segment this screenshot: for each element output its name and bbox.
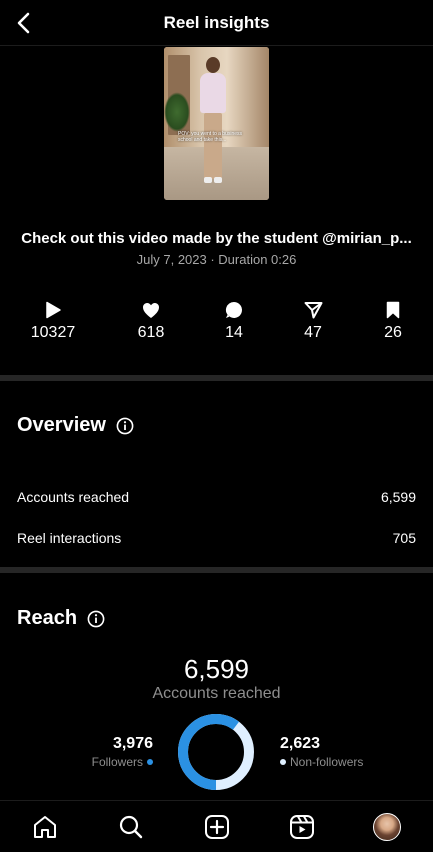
stat-saves: 26 <box>358 300 428 342</box>
reach-title: Reach <box>17 607 105 630</box>
stat-value: 618 <box>137 324 165 341</box>
reach-total-label: Accounts reached <box>152 685 281 702</box>
thumbnail-person-legs <box>204 113 222 179</box>
reel-interactions-value: 705 <box>392 530 416 546</box>
reel-caption: Check out this video made by the student… <box>21 230 412 247</box>
nav-home[interactable] <box>30 813 60 841</box>
bookmark-icon <box>386 301 400 319</box>
thumbnail-shoe <box>214 177 222 183</box>
stat-plays: 10327 <box>18 300 88 342</box>
stat-shares: 47 <box>278 300 348 342</box>
thumbnail-person-head <box>206 57 220 73</box>
thumbnail-shoe <box>204 177 212 183</box>
followers-dot <box>147 759 153 765</box>
followers-stat: 3,976 Followers <box>92 735 153 769</box>
profile-avatar <box>373 813 401 841</box>
followers-value: 3,976 <box>112 735 153 752</box>
thumbnail-plant <box>164 92 190 132</box>
accounts-reached-label: Accounts reached <box>17 489 130 505</box>
thumbnail-person-body <box>200 73 226 113</box>
top-bar: Reel insights <box>0 0 433 46</box>
bottom-navigation <box>0 800 433 852</box>
info-icon[interactable] <box>116 417 134 435</box>
heart-icon <box>143 302 159 318</box>
nav-profile[interactable] <box>372 813 402 841</box>
non-followers-label: Non-followers <box>290 755 364 769</box>
accounts-reached-value: 6,599 <box>380 489 416 505</box>
home-icon <box>34 816 56 838</box>
nav-create[interactable] <box>202 813 232 841</box>
reach-donut-chart <box>178 714 254 790</box>
create-icon <box>205 815 229 839</box>
stat-value: 47 <box>304 324 322 341</box>
reach-total: 6,599 <box>183 654 250 684</box>
play-icon <box>46 301 61 319</box>
overview-title-text: Overview <box>17 414 106 436</box>
reel-thumbnail[interactable]: POV: you went to a business school and t… <box>164 47 269 200</box>
share-icon <box>304 302 322 319</box>
section-divider <box>0 567 433 573</box>
non-followers-stat: 2,623 Non-followers <box>280 735 363 769</box>
stat-comments: 14 <box>199 300 269 342</box>
search-icon <box>119 815 143 839</box>
section-divider <box>0 375 433 381</box>
non-followers-dot <box>280 759 286 765</box>
thumbnail-overlay-text: POV: you went to a business school and t… <box>178 131 243 143</box>
page-title: Reel insights <box>163 13 270 32</box>
nav-search[interactable] <box>116 813 146 841</box>
comment-icon <box>225 301 242 318</box>
stat-value: 14 <box>225 324 243 341</box>
stat-likes: 618 <box>116 300 186 342</box>
overview-title: Overview <box>17 414 134 437</box>
reels-icon <box>290 815 314 839</box>
reel-meta: July 7, 2023 · Duration 0:26 <box>136 252 297 267</box>
non-followers-value: 2,623 <box>280 735 321 752</box>
reach-title-text: Reach <box>17 607 78 629</box>
nav-reels[interactable] <box>287 813 317 841</box>
info-icon[interactable] <box>87 610 105 628</box>
stat-value: 10327 <box>30 324 76 341</box>
stat-value: 26 <box>384 324 402 341</box>
followers-label: Followers <box>91 755 143 769</box>
reel-interactions-label: Reel interactions <box>17 530 122 546</box>
